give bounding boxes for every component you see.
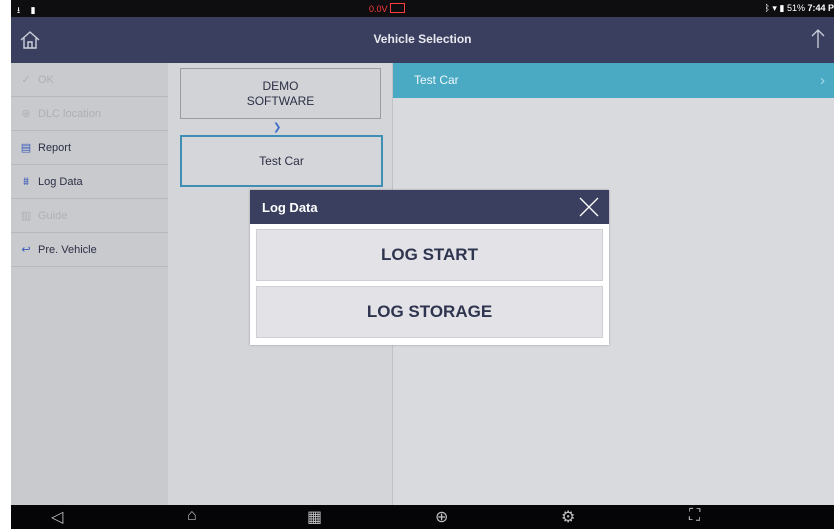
chevron-right-icon: › <box>820 72 825 89</box>
car-battery-icon <box>389 3 405 13</box>
chevron-down-icon: ❯ <box>273 122 282 133</box>
status-bar: ⭳ ▮ 0.0V ᛒ ▾ ▮ 51% 7:44 P <box>11 0 834 17</box>
back-nav-icon[interactable]: ◁ <box>51 507 63 527</box>
test-car-label: Test Car <box>259 154 304 168</box>
check-icon: ✓ <box>21 73 31 86</box>
android-nav-bar: ◁ ⌂ ▦ ⊕ ⚙ ⛶ <box>11 505 834 529</box>
list-item-label: Test Car <box>414 73 459 87</box>
wifi-icon: ▾ <box>772 3 777 13</box>
demo-line1: DEMO <box>262 78 299 93</box>
sidebar-item-log-data[interactable]: ⩩ Log Data <box>11 165 168 199</box>
demo-line2: SOFTWARE <box>246 93 315 108</box>
voltage-value: 0.0V <box>369 4 388 14</box>
log-data-dialog: Log Data LOG START LOG STORAGE <box>250 190 609 345</box>
dialog-header: Log Data <box>250 190 609 224</box>
sidebar-item-label: Guide <box>38 209 68 222</box>
home-nav-icon[interactable]: ⌂ <box>187 507 197 525</box>
voltage-indicator: 0.0V <box>369 3 405 14</box>
guide-icon: ▥ <box>20 209 32 222</box>
close-icon[interactable] <box>577 195 601 219</box>
sidebar-item-report[interactable]: ▤ Report <box>11 131 168 165</box>
title-bar: Vehicle Selection <box>11 17 834 63</box>
bluetooth-icon: ᛒ <box>764 3 770 13</box>
sidebar-item-label: Pre. Vehicle <box>38 243 97 256</box>
demo-software-button[interactable]: DEMO SOFTWARE <box>180 68 381 119</box>
upload-icon: ⭳ <box>17 5 21 15</box>
log-storage-button[interactable]: LOG STORAGE <box>256 286 603 338</box>
globe-icon[interactable]: ⊕ <box>435 507 448 527</box>
report-icon: ▤ <box>20 141 32 154</box>
clock: 7:44 P <box>807 3 834 13</box>
sidebar: ✓ OK ⊛ DLC location ▤ Report ⩩ Log Data … <box>11 63 168 505</box>
battery-percent: 51% <box>786 3 805 13</box>
page-title: Vehicle Selection <box>373 32 472 46</box>
battery-icon: ▮ <box>779 3 785 13</box>
upload-arrow-icon[interactable] <box>808 27 828 51</box>
sidebar-item-label: DLC location <box>38 107 101 120</box>
sd-card-icon: ▮ <box>30 5 36 15</box>
back-arrow-icon: ↩ <box>21 243 31 256</box>
recent-apps-icon[interactable]: ▦ <box>307 507 322 527</box>
connector-icon: ⊛ <box>21 107 31 120</box>
log-start-button[interactable]: LOG START <box>256 229 603 281</box>
sidebar-item-guide[interactable]: ▥ Guide <box>11 199 168 233</box>
list-item-test-car[interactable]: Test Car › <box>393 63 834 98</box>
status-right: ᛒ ▾ ▮ 51% 7:44 P <box>765 3 834 14</box>
sidebar-item-label: Report <box>38 141 72 154</box>
settings-gear-icon[interactable]: ⚙ <box>561 507 575 527</box>
sidebar-item-label: Log Data <box>38 175 83 188</box>
sidebar-item-ok[interactable]: ✓ OK <box>11 63 168 97</box>
test-car-button[interactable]: Test Car <box>180 135 383 187</box>
sidebar-item-dlc-location[interactable]: ⊛ DLC location <box>11 97 168 131</box>
sidebar-item-pre-vehicle[interactable]: ↩ Pre. Vehicle <box>11 233 168 267</box>
screenshot-icon[interactable]: ⛶ <box>689 507 700 525</box>
dialog-title: Log Data <box>262 200 318 215</box>
sidebar-item-label: OK <box>38 73 54 86</box>
log-data-icon: ⩩ <box>23 175 29 188</box>
